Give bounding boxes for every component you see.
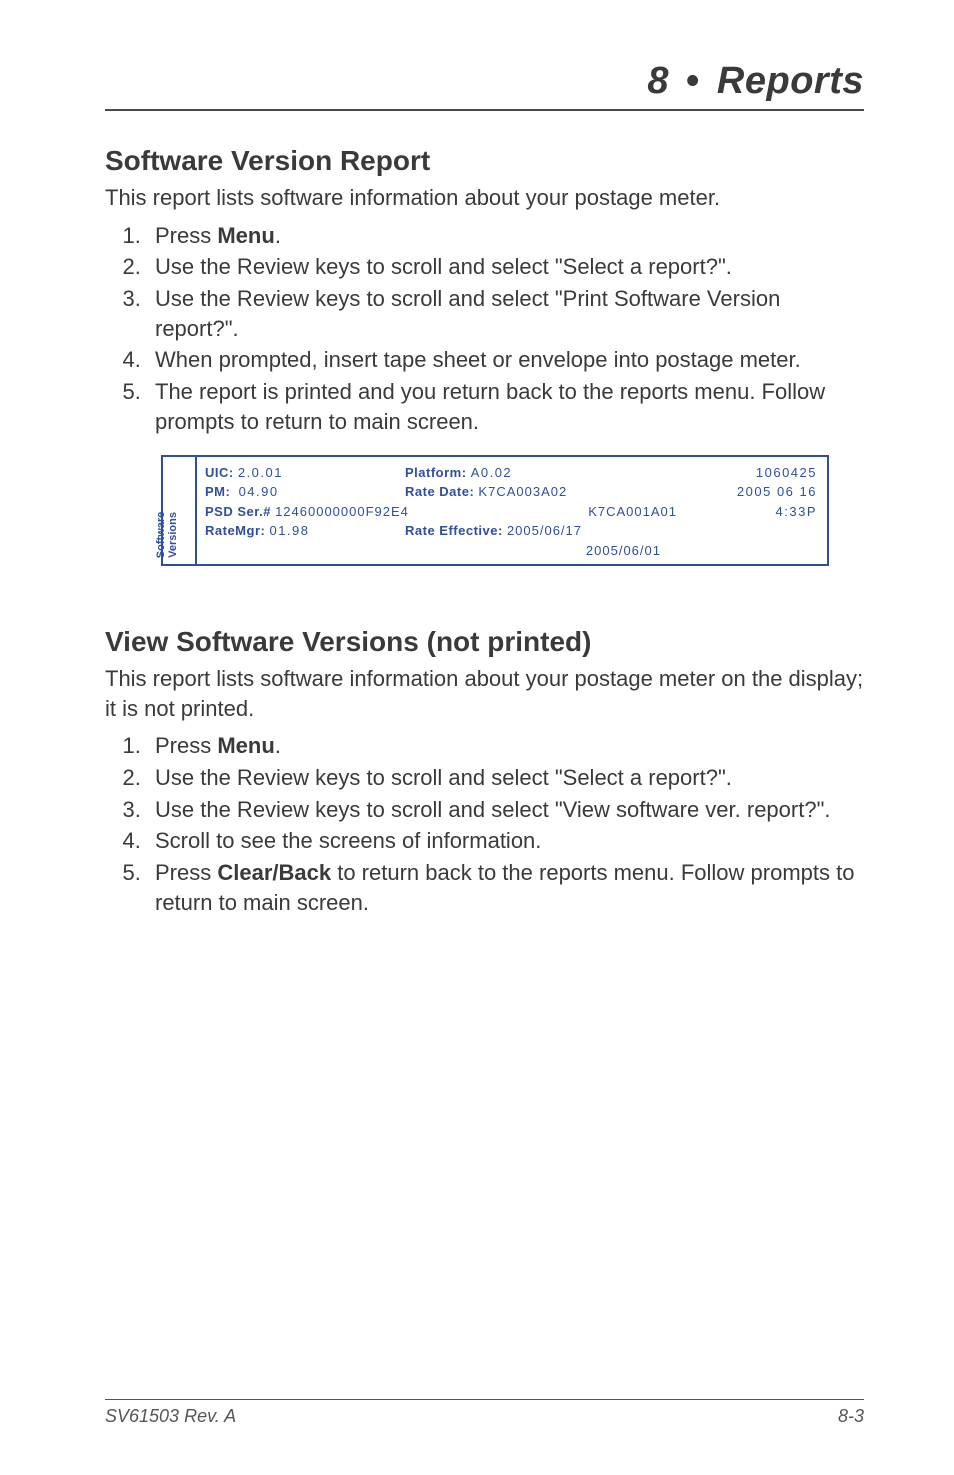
list-item: Use the Review keys to scroll and select… [147,284,864,343]
value: 2005/06/01 [586,543,661,558]
cell [205,541,405,561]
cell [717,521,817,541]
step-bold: Menu [217,223,274,248]
step-text: Press [155,733,217,758]
cell: Rate Effective: 2005/06/17 [405,521,717,541]
list-item: Use the Review keys to scroll and select… [147,763,864,793]
label: PSD Ser.# [205,504,271,519]
report-row: UIC: 2.0.01 Platform: A0.02 1060425 [205,463,817,483]
header-rule [105,109,864,111]
list-item: Use the Review keys to scroll and select… [147,252,864,282]
value: 04.90 [239,484,279,499]
section1-steps: Press Menu. Use the Review keys to scrol… [105,221,864,437]
cell: RateMgr: 01.98 [205,521,405,541]
step-text: Scroll to see the screens of information… [155,828,541,853]
step-text: . [275,733,281,758]
step-text: Press [155,223,217,248]
value: 12460000000F92E4 [275,504,409,519]
step-text: Use the Review keys to scroll and select… [155,286,780,341]
label: Platform: [405,465,467,480]
step-bold: Menu [217,733,274,758]
value: 2005/06/17 [507,523,582,538]
side-label-1: Software [155,512,167,558]
list-item: Press Menu. [147,221,864,251]
list-item: Press Menu. [147,731,864,761]
value: K7CA001A01 [588,504,677,519]
label: RateMgr: [205,523,265,538]
section1-title: Software Version Report [105,145,864,177]
chapter-number: 8 [647,60,669,102]
report-row: PM: 04.90 Rate Date: K7CA003A02 2005 06 … [205,482,817,502]
list-item: The report is printed and you return bac… [147,377,864,436]
value: 2005 06 16 [717,482,817,502]
cell: K7CA001A01 [467,502,717,522]
page: 8 • Reports Software Version Report This… [0,0,954,1475]
step-bold: Clear/Back [217,860,331,885]
value: 01.98 [269,523,309,538]
list-item: Use the Review keys to scroll and select… [147,795,864,825]
cell: Platform: A0.02 [405,463,717,483]
cell [717,541,817,561]
step-text: When prompted, insert tape sheet or enve… [155,347,801,372]
chapter-header: 8 • Reports [105,60,864,103]
section2-intro: This report lists software information a… [105,664,864,723]
value: K7CA003A02 [478,484,567,499]
label: PM: [205,484,230,499]
cell: Rate Date: K7CA003A02 [405,482,717,502]
step-text: . [275,223,281,248]
step-text: Use the Review keys to scroll and select… [155,797,831,822]
report-side-tab: Software Versions [163,457,197,565]
step-text: Use the Review keys to scroll and select… [155,254,732,279]
section2-title: View Software Versions (not printed) [105,626,864,658]
cell: UIC: 2.0.01 [205,463,405,483]
list-item: When prompted, insert tape sheet or enve… [147,345,864,375]
footer-right: 8-3 [838,1406,864,1427]
step-text: Press [155,860,217,885]
step-text: The report is printed and you return bac… [155,379,825,434]
list-item: Press Clear/Back to return back to the r… [147,858,864,917]
section1-intro: This report lists software information a… [105,183,864,213]
side-label-2: Versions [167,512,179,558]
step-text: Use the Review keys to scroll and select… [155,765,732,790]
report-row: 2005/06/01 [205,541,817,561]
label: UIC: [205,465,234,480]
label: Rate Effective: [405,523,503,538]
list-item: Scroll to see the screens of information… [147,826,864,856]
report-row: PSD Ser.# 12460000000F92E4 K7CA001A01 4:… [205,502,817,522]
section2-steps: Press Menu. Use the Review keys to scrol… [105,731,864,917]
page-footer: SV61503 Rev. A 8-3 [105,1391,864,1427]
footer-row: SV61503 Rev. A 8-3 [105,1406,864,1427]
report-row: RateMgr: 01.98 Rate Effective: 2005/06/1… [205,521,817,541]
value: 2.0.01 [238,465,283,480]
report-sample: Software Versions UIC: 2.0.01 Platform: … [161,455,829,567]
report-content: UIC: 2.0.01 Platform: A0.02 1060425 PM: … [197,457,827,565]
report-box: Software Versions UIC: 2.0.01 Platform: … [161,455,829,567]
footer-left: SV61503 Rev. A [105,1406,236,1427]
cell: 2005/06/01 [405,541,717,561]
footer-rule [105,1399,864,1400]
label: Rate Date: [405,484,474,499]
side-tab-label: Software Versions [155,512,179,558]
value: 1060425 [717,463,817,483]
chapter-title: Reports [717,60,864,102]
value: 4:33P [717,502,817,522]
cell: PM: 04.90 [205,482,405,502]
bullet-icon: • [686,60,700,103]
value: A0.02 [471,465,512,480]
cell: PSD Ser.# 12460000000F92E4 [205,502,467,522]
